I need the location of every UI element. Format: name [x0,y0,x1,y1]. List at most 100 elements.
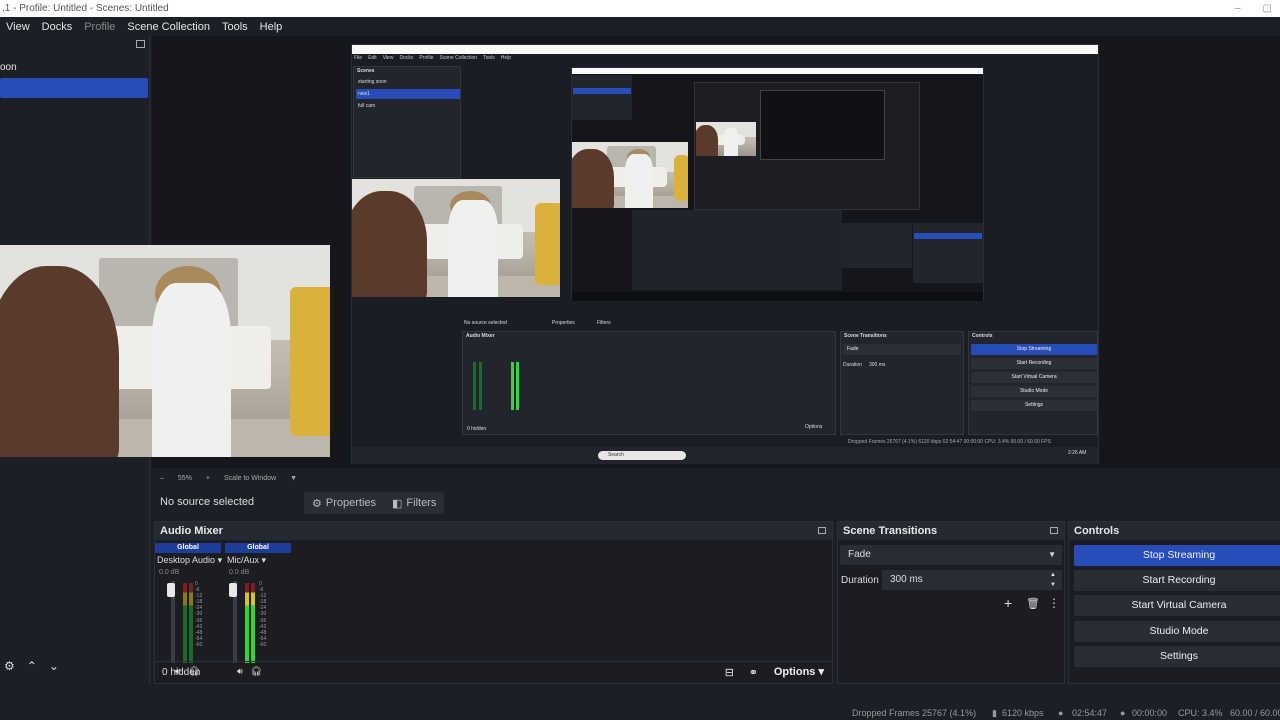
channel-name[interactable]: Desktop Audio ▾ [157,555,222,566]
obs-window: .1 - Profile: Untitled - Scenes: Untitle… [0,0,1280,720]
undock-icon[interactable] [818,527,826,534]
layout-icon[interactable]: ⊟ [725,666,734,679]
menu-docks[interactable]: Docks [36,21,79,33]
channel-global-badge: Global [155,543,221,553]
chevron-down-icon[interactable]: ▾ [262,555,267,565]
scene-transitions-title: Scene Transitions [838,522,1064,540]
transition-select[interactable]: Fade ▼ [840,545,1062,565]
controls-title: Controls [1069,522,1280,540]
chevron-down-icon[interactable]: ▾ [218,555,223,565]
add-transition-icon[interactable]: + [1004,595,1012,611]
nested-start-recording: Start Recording [971,358,1097,369]
nested-scene-selected [356,89,460,99]
nested-options: Options [805,424,823,430]
scene-item[interactable]: oon [0,58,148,78]
nested-menu-file: File [354,55,363,61]
person-center [151,283,231,457]
volume-meter-right [189,583,193,663]
move-down-icon[interactable]: ⌄ [49,659,59,673]
gear-icon[interactable]: ⚙ [4,659,15,673]
nested-menu-edit: Edit [368,55,377,61]
zoom-in-button[interactable]: + [206,475,210,482]
volume-meter-left [245,583,249,663]
nested-duration: Duration [843,362,862,368]
undock-icon[interactable] [1050,527,1058,534]
zoom-out-button[interactable]: – [160,475,164,482]
audio-mixer-dock: Audio Mixer Global Desktop Audio ▾ 0.0 d… [154,521,833,684]
nested-scene-item: full cam [358,103,376,109]
meter-scale: 0 -6 -12 -18 -24 -30 -36 -42 -48 -54 -60 [259,581,267,648]
dropped-frames: Dropped Frames 25767 (4.1%) [852,708,977,718]
window-controls: – ▢ [1235,0,1272,17]
record-icon: ● [1120,708,1126,718]
zoom-bar: – 55% + Scale to Window ▼ [152,470,1280,486]
zoom-level: 55% [177,474,192,482]
scene-transitions-title-text: Scene Transitions [843,525,938,537]
menu-bar: View Docks Profile Scene Collection Tool… [0,17,1280,36]
more-icon[interactable]: ⋮ [1048,596,1060,610]
duration-value: 300 ms [890,574,923,585]
zoom-mode[interactable]: Scale to Window [224,475,276,482]
minimize-button[interactable]: – [1235,3,1241,14]
channel-global-badge: Global [225,543,291,553]
display-capture-source[interactable]: File Edit View Docks Profile Scene Colle… [351,44,1099,464]
controls-dock: Controls Stop Streaming Start Recording … [1068,521,1280,684]
nested-audio-title: Audio Mixer [466,333,495,339]
trash-icon[interactable]: 🗑︎ [1026,597,1040,610]
dock-undock-icon[interactable] [136,40,145,48]
stop-streaming-button[interactable]: Stop Streaming [1074,545,1280,566]
menu-help[interactable]: Help [254,21,289,33]
nested-menu-help: Help [500,55,512,61]
nested-controls: Controls Stop Streaming Start Recording … [968,331,1098,435]
nested-taskbar-search: Search [598,451,686,460]
signal-icon: ▮ [992,708,997,718]
menu-tools[interactable]: Tools [216,21,254,33]
stream-time: 02:54:47 [1072,708,1108,718]
menu-profile[interactable]: Profile [78,21,121,33]
nested-menu-docks: Docks [399,55,414,61]
nested-filters: Filters [597,320,611,326]
channel-name[interactable]: Mic/Aux ▾ [227,555,266,566]
scenes-toolbar: ⚙ ⌃ ⌄ [0,648,150,684]
start-virtual-camera-button[interactable]: Start Virtual Camera [1074,595,1280,616]
window-title: .1 - Profile: Untitled - Scenes: Untitle… [2,3,169,14]
scene-transitions-dock: Scene Transitions Fade ▼ Duration 300 ms… [837,521,1065,684]
nested-transitions: Scene Transitions Fade Duration 300 ms [840,331,964,435]
nested-audio-mixer: Audio Mixer 0 hidden Options [462,331,836,435]
stepper-icon[interactable]: ▲ ▼ [1050,570,1056,590]
mixer-footer: 0 hidden ⊟ ⚭ Options ▾ [155,661,832,683]
fps: 60.00 / 60.00 [1230,708,1280,718]
menu-view[interactable]: View [0,21,36,33]
source-toolbar: No source selected ⚙ Properties ◧ Filter… [152,488,1280,518]
scene-item-selected[interactable] [0,78,148,98]
volume-meter-left [183,583,187,663]
nested-scene-item: starting soon [358,79,387,85]
meter-scale: 0 -6 -12 -18 -24 -30 -36 -42 -48 -54 -60 [195,581,203,648]
no-source-label: No source selected [160,496,255,508]
chevron-down-icon[interactable]: ▼ [290,475,297,482]
start-recording-button[interactable]: Start Recording [1074,570,1280,591]
maximize-button[interactable]: ▢ [1263,3,1272,14]
filters-button[interactable]: ◧ Filters [384,492,445,514]
chevron-down-icon[interactable]: ▼ [1048,545,1056,565]
duration-input[interactable]: 300 ms ▲ ▼ [882,570,1062,590]
move-up-icon[interactable]: ⌃ [27,659,37,673]
nested-duration-value: 300 ms [869,362,886,368]
studio-mode-button[interactable]: Studio Mode [1074,621,1280,642]
menu-scene-collection[interactable]: Scene Collection [121,21,216,33]
record-time: 00:00:00 [1132,708,1168,718]
audio-mixer-title: Audio Mixer [155,522,832,540]
duration-label: Duration [841,575,879,586]
options-button[interactable]: Options ▾ [774,665,824,678]
settings-button[interactable]: Settings [1074,646,1280,667]
nested-title-bar [352,45,1098,54]
bitrate: 6120 kbps [1002,708,1044,718]
link-icon[interactable]: ⚭ [749,666,758,679]
webcam-source[interactable] [0,245,330,457]
volume-slider-handle[interactable] [229,583,237,597]
properties-button[interactable]: ⚙ Properties [304,492,385,514]
nested-no-source: No source selected [464,320,507,326]
cpu-usage: CPU: 3.4% [1178,708,1223,718]
channel-db: 0.0 dB [229,569,250,576]
volume-slider-handle[interactable] [167,583,175,597]
